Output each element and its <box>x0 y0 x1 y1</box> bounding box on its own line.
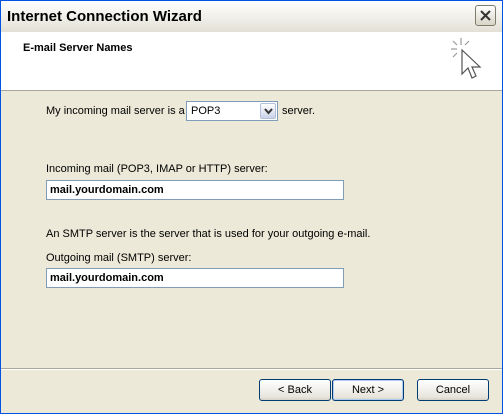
footer-divider <box>1 368 502 370</box>
wizard-sparkle-cursor-icon <box>451 38 482 79</box>
smtp-info-text: An SMTP server is the server that is use… <box>46 228 371 240</box>
wizard-header: E-mail Server Names <box>1 32 502 91</box>
server-type-select[interactable]: POP3 <box>186 101 278 121</box>
title-bar[interactable]: Internet Connection Wizard <box>1 1 502 33</box>
next-button[interactable]: Next > <box>332 379 404 401</box>
back-button[interactable]: < Back <box>259 379 331 401</box>
incoming-server-label: Incoming mail (POP3, IMAP or HTTP) serve… <box>46 163 268 175</box>
server-type-suffix-label: server. <box>282 105 316 117</box>
dropdown-button[interactable] <box>260 103 276 119</box>
close-button[interactable] <box>475 5 496 26</box>
incoming-server-input[interactable]: mail.yourdomain.com <box>46 180 344 200</box>
wizard-window: Internet Connection Wizard E-mail Server… <box>0 0 503 414</box>
close-icon <box>480 10 491 21</box>
chevron-down-icon <box>264 108 273 115</box>
page-title: E-mail Server Names <box>23 42 133 54</box>
outgoing-server-input[interactable]: mail.yourdomain.com <box>46 268 344 288</box>
server-type-selected-value: POP3 <box>191 105 221 117</box>
cancel-button[interactable]: Cancel <box>417 379 489 401</box>
outgoing-server-label: Outgoing mail (SMTP) server: <box>46 252 192 264</box>
server-type-prefix-label: My incoming mail server is a <box>46 105 185 117</box>
window-title: Internet Connection Wizard <box>7 8 202 25</box>
